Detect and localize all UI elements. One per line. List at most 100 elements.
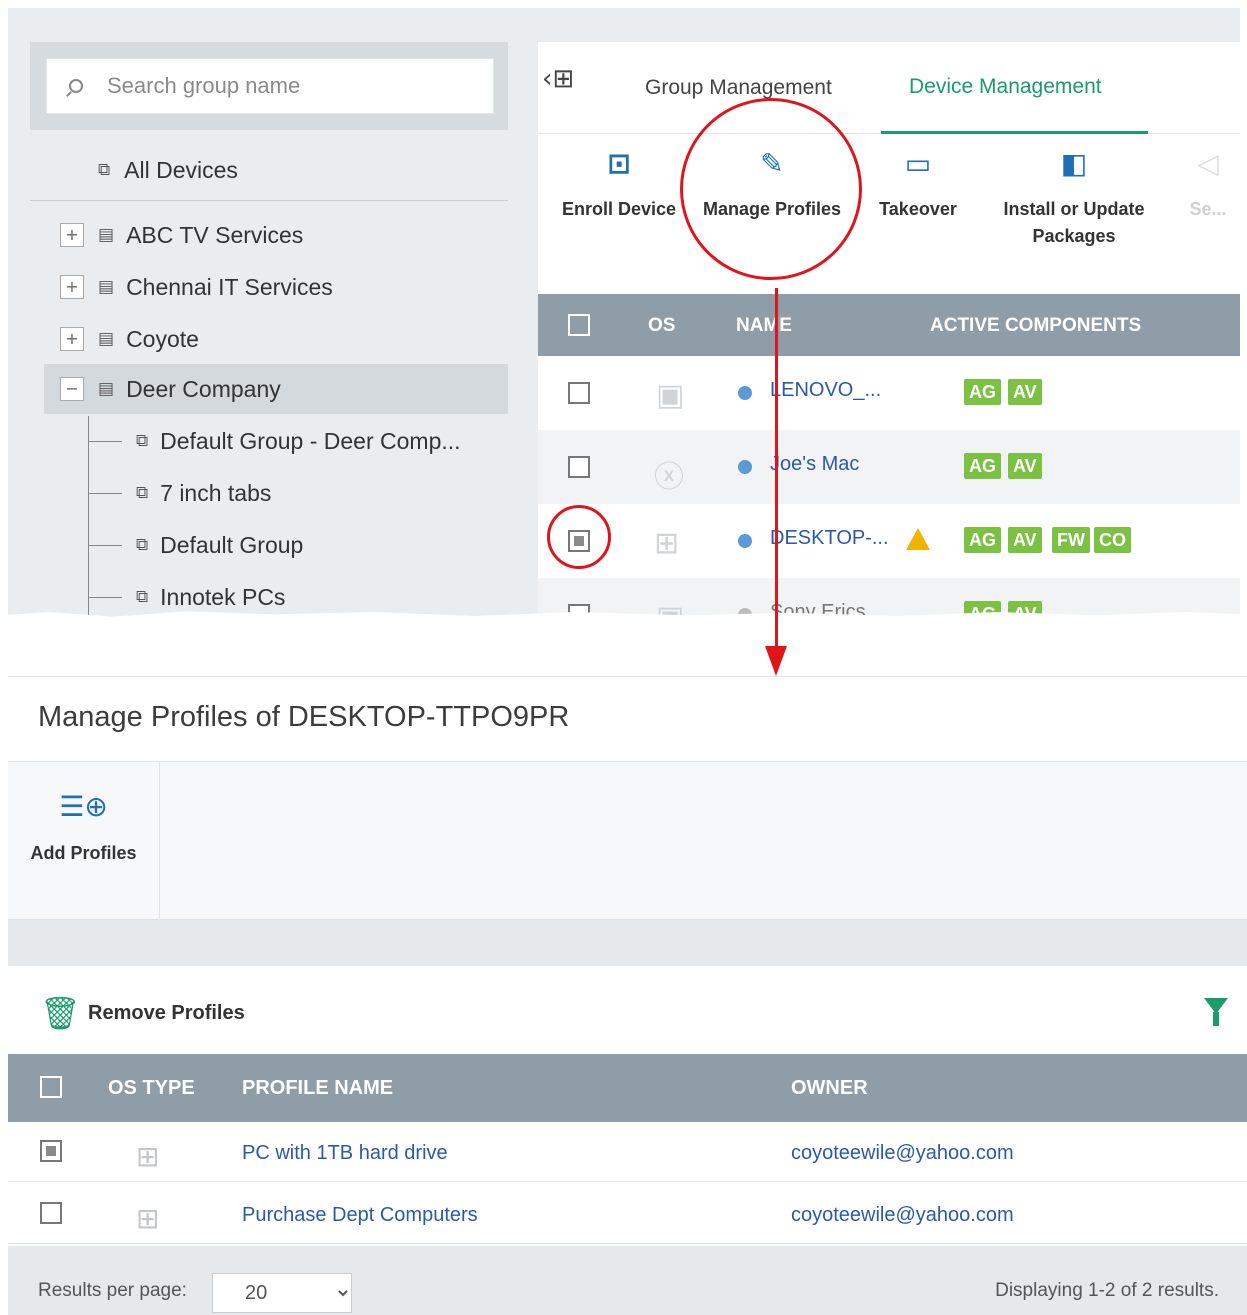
device-grid-header: OS NAME ACTIVE COMPONENTS — [538, 294, 1240, 356]
row-checkbox[interactable] — [40, 1140, 62, 1162]
tree-branch — [88, 440, 122, 442]
device-row[interactable]: ⊞ DESKTOP-... AG AV FW CO — [538, 504, 1240, 578]
expand-icon[interactable]: + — [60, 327, 84, 351]
all-devices-label: All Devices — [124, 156, 238, 183]
collapse-icon[interactable]: − — [60, 377, 84, 401]
profile-row[interactable]: ⊞ Purchase Dept Computers coyoteewile@ya… — [8, 1184, 1247, 1244]
company-icon: ▤ — [98, 329, 115, 349]
tree-item-label: Coyote — [126, 325, 199, 352]
remove-profiles-button[interactable]: Remove Profiles — [88, 1002, 245, 1025]
column-name[interactable]: NAME — [736, 315, 792, 337]
tree-subitem-label: Default Group — [160, 531, 304, 558]
device-name-link[interactable]: DESKTOP-... — [770, 527, 889, 550]
mac-icon: ⓧ — [654, 460, 684, 495]
takeover-button[interactable]: ▭ Takeover — [872, 150, 964, 223]
device-row[interactable]: ▣ LENOVO_... AG AV — [538, 356, 1240, 430]
badge-ag: AG — [964, 379, 1001, 405]
expand-icon[interactable]: + — [60, 223, 84, 247]
search-icon — [69, 79, 83, 93]
tree-branch — [88, 492, 122, 494]
results-per-page-label: Results per page: — [38, 1280, 187, 1301]
group-icon: ⧉ — [136, 431, 149, 451]
enroll-icon: ⊡ — [607, 147, 631, 180]
add-profiles-button[interactable]: ☰⊕ Add Profiles — [8, 762, 160, 920]
profile-name-link[interactable]: Purchase Dept Computers — [242, 1204, 478, 1227]
install-label-2: Packages — [1032, 226, 1116, 246]
manage-profiles-dialog: Manage Profiles of DESKTOP-TTPO9PR ☰⊕ Ad… — [8, 676, 1247, 1315]
install-update-packages-button[interactable]: ◧ Install or Update Packages — [988, 150, 1160, 250]
group-icon: ⧉ — [136, 587, 149, 607]
badge-fw: FW — [1052, 527, 1090, 553]
select-all-checkbox[interactable] — [40, 1076, 62, 1098]
group-icon: ⧉ — [136, 483, 149, 503]
dialog-title: Manage Profiles of DESKTOP-TTPO9PR — [38, 701, 570, 733]
search-group-input[interactable] — [107, 73, 467, 99]
company-icon: ▤ — [98, 277, 115, 297]
column-owner[interactable]: OWNER — [791, 1077, 868, 1100]
profile-row[interactable]: ⊞ PC with 1TB hard drive coyoteewile@yah… — [8, 1122, 1247, 1182]
tree-item-deer-company[interactable]: − ▤ Deer Company — [44, 364, 508, 414]
tree-branch — [88, 596, 122, 598]
tree-item-all-devices[interactable]: ⧉ All Devices — [30, 140, 508, 200]
tree-item-chennai-it-services[interactable]: + ▤ Chennai IT Services — [44, 262, 508, 312]
search-area — [30, 42, 508, 130]
device-name-link[interactable]: LENOVO_... — [770, 379, 881, 402]
toolbar: ⊡ Enroll Device ✎ Manage Profiles ▭ Take… — [538, 134, 1240, 294]
company-icon: ▤ — [98, 225, 115, 245]
pagination-footer: Results per page: 20 Displaying 1-2 of 2… — [8, 1246, 1247, 1315]
tree-item-coyote[interactable]: + ▤ Coyote — [44, 314, 508, 364]
tab-device-management[interactable]: Device Management — [881, 42, 1148, 134]
badge-ag: AG — [964, 527, 1001, 553]
highlight-circle-checkbox — [547, 505, 611, 569]
row-checkbox[interactable] — [40, 1202, 62, 1224]
pointer-arrowhead — [765, 646, 787, 676]
laptop-icon: ▭ — [904, 147, 932, 180]
search-box — [46, 58, 494, 114]
tree-subitem[interactable]: ⧉ Default Group - Deer Comp... — [44, 416, 508, 466]
results-count: Displaying 1-2 of 2 results. — [995, 1280, 1219, 1301]
siren-button[interactable]: ◁ Se... — [1178, 150, 1238, 223]
row-checkbox[interactable] — [568, 382, 590, 404]
filter-icon[interactable] — [1204, 998, 1228, 1026]
profile-name-link[interactable]: PC with 1TB hard drive — [242, 1142, 448, 1165]
row-checkbox[interactable] — [568, 456, 590, 478]
expand-icon[interactable]: + — [60, 275, 84, 299]
status-dot — [738, 534, 752, 548]
status-dot — [738, 460, 752, 474]
select-all-checkbox[interactable] — [568, 314, 590, 336]
group-icon: ⧉ — [136, 535, 149, 555]
tree-item-abc-tv-services[interactable]: + ▤ ABC TV Services — [44, 210, 508, 260]
tree-branch — [88, 544, 122, 546]
device-row[interactable]: ⓧ Joe's Mac AG AV — [538, 430, 1240, 504]
windows-icon: ⊞ — [136, 1140, 160, 1173]
device-name-link[interactable]: Joe's Mac — [770, 453, 859, 476]
android-icon: ▣ — [656, 378, 685, 413]
results-per-page-select[interactable]: 20 — [212, 1273, 352, 1313]
owner-email[interactable]: coyoteewile@yahoo.com — [791, 1204, 1014, 1227]
pointer-line — [775, 288, 778, 666]
tree-subitem-label: Default Group - Deer Comp... — [160, 427, 461, 454]
tab-bar: ‹⊞ Group Management Device Management — [538, 42, 1240, 134]
tree-subitem[interactable]: ⧉ 7 inch tabs — [44, 468, 508, 518]
warning-icon — [906, 528, 930, 550]
column-active-components[interactable]: ACTIVE COMPONENTS — [930, 315, 1141, 337]
trash-icon[interactable]: 🗑 — [40, 994, 81, 1032]
tree-subitem-label: 7 inch tabs — [160, 479, 272, 506]
highlight-circle — [680, 98, 862, 280]
remove-profiles-bar: 🗑 Remove Profiles — [8, 966, 1247, 1054]
tree-item-label: ABC TV Services — [126, 221, 304, 248]
enroll-device-button[interactable]: ⊡ Enroll Device — [554, 150, 684, 223]
group-tree-panel: ⧉ All Devices + ▤ ABC TV Services + ▤ Ch… — [30, 42, 508, 628]
tree-subitem[interactable]: ⧉ Default Group — [44, 520, 508, 570]
add-profiles-area: ☰⊕ Add Profiles — [8, 762, 1247, 920]
speaker-icon: ◁ — [1197, 147, 1219, 180]
owner-email[interactable]: coyoteewile@yahoo.com — [791, 1142, 1014, 1165]
tree-toggle-icon[interactable]: ‹⊞ — [542, 64, 574, 94]
column-profile-name[interactable]: PROFILE NAME — [242, 1077, 393, 1100]
takeover-label: Takeover — [879, 199, 957, 219]
company-icon: ▤ — [98, 379, 115, 399]
column-os-type[interactable]: OS TYPE — [108, 1077, 195, 1100]
column-os[interactable]: OS — [648, 315, 675, 337]
add-profiles-label: Add Profiles — [30, 843, 137, 863]
package-icon: ◧ — [1060, 147, 1088, 180]
